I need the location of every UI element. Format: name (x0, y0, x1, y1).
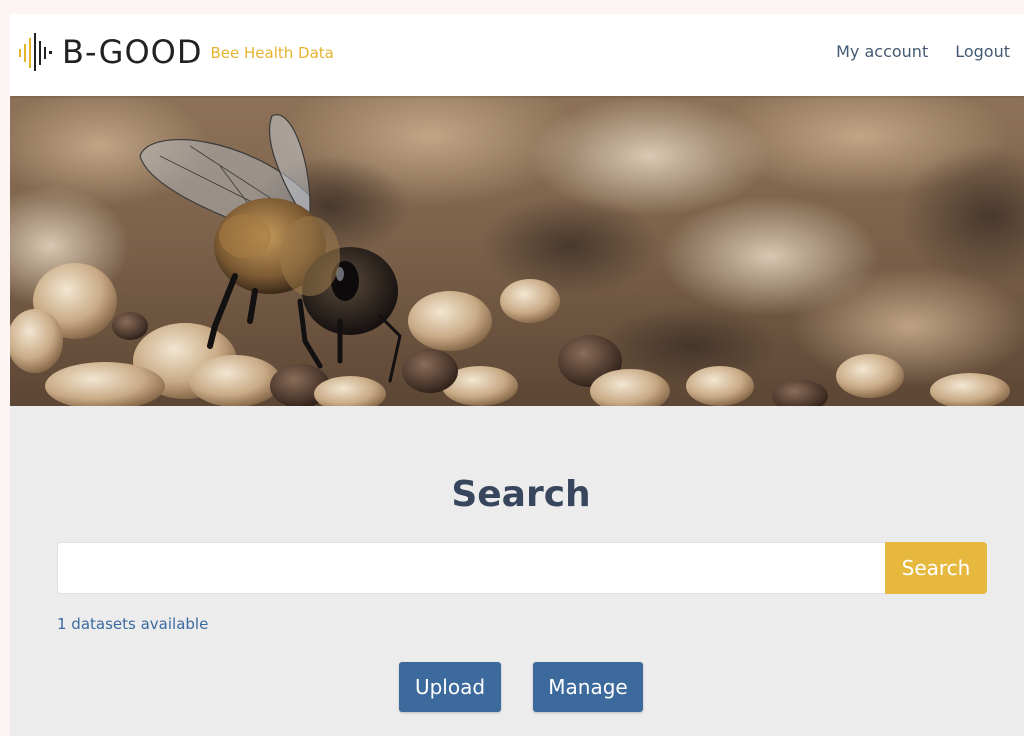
soundwave-bars-icon (19, 33, 52, 71)
manage-button[interactable]: Manage (533, 662, 643, 712)
upload-button[interactable]: Upload (399, 662, 501, 712)
page-container: B-GOOD Bee Health Data My account Logout (10, 14, 1024, 736)
brand[interactable]: B-GOOD Bee Health Data (18, 32, 334, 72)
my-account-link[interactable]: My account (836, 42, 928, 61)
datasets-count: 1 datasets available (57, 615, 209, 633)
brand-name: B-GOOD (62, 33, 203, 71)
logout-link[interactable]: Logout (955, 42, 1010, 61)
hero-image (10, 96, 1024, 406)
search-input[interactable] (57, 542, 885, 594)
nav-links: My account Logout (836, 42, 1010, 61)
search-button[interactable]: Search (885, 542, 987, 594)
top-navbar: B-GOOD Bee Health Data My account Logout (10, 14, 1024, 96)
search-title: Search (451, 474, 591, 515)
bee-on-pebbles-photo (10, 96, 1024, 406)
search-bar: Search (57, 542, 987, 594)
brand-tagline: Bee Health Data (210, 44, 334, 62)
